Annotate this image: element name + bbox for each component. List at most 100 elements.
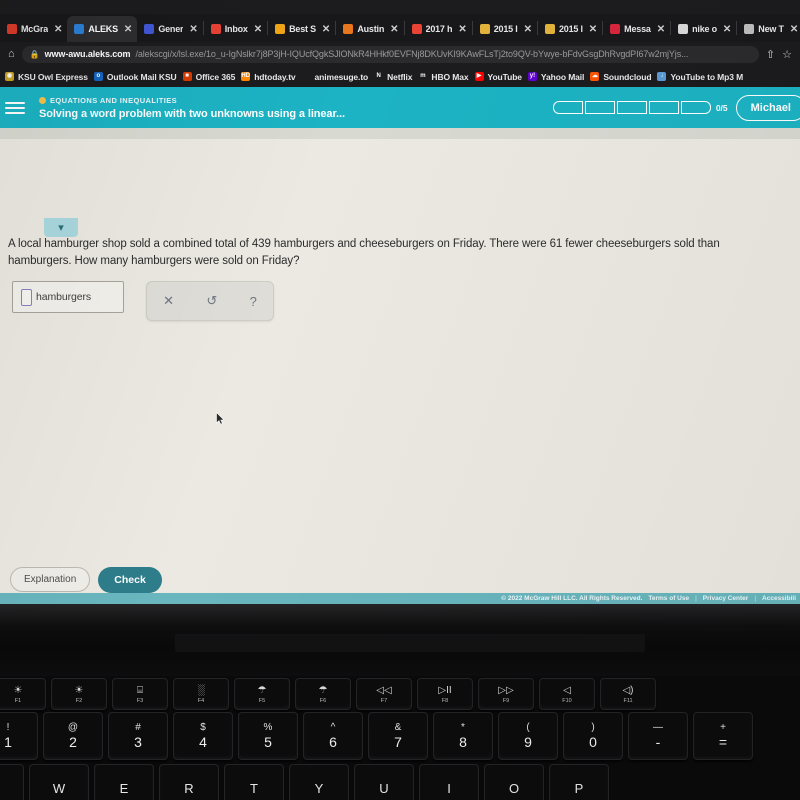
answer-input[interactable]: hamburgers bbox=[12, 281, 124, 313]
clear-button[interactable]: ✕ bbox=[163, 293, 174, 309]
keyboard-key[interactable]: Y bbox=[289, 764, 349, 800]
share-icon[interactable]: ⇧ bbox=[766, 48, 775, 61]
close-icon[interactable]: ✕ bbox=[723, 24, 731, 35]
bookmark-item[interactable]: y! Yahoo Mail bbox=[527, 72, 584, 82]
omnibox[interactable]: 🔒 www-awu.aleks.com /alekscgi/x/lsl.exe/… bbox=[21, 45, 759, 63]
keyboard-key[interactable]: Q bbox=[0, 764, 24, 800]
browser-tab[interactable]: nike o ✕ bbox=[671, 16, 736, 42]
copyright-text: © 2022 McGraw Hill LLC. All Rights Reser… bbox=[501, 595, 643, 602]
bookmark-item[interactable]: ■ Office 365 bbox=[182, 72, 235, 82]
keyboard-key[interactable]: P bbox=[549, 764, 609, 800]
key-label: 8 bbox=[459, 734, 467, 750]
answer-slot-icon[interactable] bbox=[21, 288, 32, 306]
keyboard-key[interactable]: ) 0 bbox=[563, 712, 623, 760]
key-label: F8 bbox=[441, 697, 449, 704]
bookmark-item[interactable]: ▶ YouTube bbox=[474, 72, 522, 82]
footer-link[interactable]: Privacy Center bbox=[703, 595, 749, 602]
keyboard-key[interactable]: E bbox=[94, 764, 154, 800]
keyboard-key[interactable]: (9 bbox=[498, 712, 558, 760]
keyboard-key[interactable]: ☀ F1 bbox=[0, 678, 46, 710]
keyboard-key[interactable]: I bbox=[419, 764, 479, 800]
keyboard-key[interactable]: ◁) F11 bbox=[600, 678, 656, 710]
browser-tab[interactable]: 2015 l ✕ bbox=[538, 16, 602, 42]
keyboard-key[interactable]: ☂ F5 bbox=[234, 678, 290, 710]
close-icon[interactable]: ✕ bbox=[524, 24, 532, 35]
bookmark-item[interactable]: ↓ YouTube to Mp3 M bbox=[657, 72, 743, 82]
key-label: F3 bbox=[136, 697, 144, 704]
keyboard-key[interactable]: ░ F4 bbox=[173, 678, 229, 710]
key-label: O bbox=[508, 780, 520, 796]
home-icon[interactable]: ⌂ bbox=[8, 48, 15, 60]
bookmark-item[interactable]: m HBO Max bbox=[418, 72, 468, 82]
browser-tab[interactable]: Austin ✕ bbox=[336, 16, 403, 42]
keyboard-key[interactable]: #3 bbox=[108, 712, 168, 760]
close-icon[interactable]: ✕ bbox=[589, 24, 597, 35]
keyboard-key[interactable]: ⌸ F3 bbox=[112, 678, 168, 710]
keyboard-key[interactable]: @2 bbox=[43, 712, 103, 760]
close-icon[interactable]: ✕ bbox=[254, 24, 262, 35]
star-icon[interactable]: ☆ bbox=[782, 48, 792, 61]
keyboard-key[interactable]: R bbox=[159, 764, 219, 800]
keyboard-key[interactable]: ☂ F6 bbox=[295, 678, 351, 710]
keyboard-key[interactable]: W bbox=[29, 764, 89, 800]
keyboard-key[interactable]: % 5 bbox=[238, 712, 298, 760]
undo-button[interactable]: ↺ bbox=[206, 293, 217, 309]
bookmark-item[interactable]: ◉ KSU Owl Express bbox=[5, 72, 88, 82]
keyboard-key[interactable]: ◁◁ F7 bbox=[356, 678, 412, 710]
close-icon[interactable]: ✕ bbox=[189, 24, 197, 35]
tab-label: ALEKS bbox=[88, 24, 118, 34]
footer-link[interactable]: Terms of Use bbox=[648, 595, 689, 602]
tab-label: Inbox bbox=[224, 24, 248, 34]
progress-segment bbox=[680, 101, 711, 114]
bookmark-item[interactable]: HD hdtoday.tv bbox=[241, 72, 296, 82]
help-button[interactable]: ? bbox=[250, 294, 257, 309]
keyboard-key[interactable]: * 8 bbox=[433, 712, 493, 760]
keyboard-key[interactable]: ▷▷ F9 bbox=[478, 678, 534, 710]
bookmark-item[interactable]: ☁ Soundcloud bbox=[590, 72, 652, 82]
tab-label: McGra bbox=[21, 24, 49, 34]
collapse-panel-button[interactable]: ▾ bbox=[44, 218, 78, 237]
browser-tab[interactable]: New T ✕ bbox=[737, 16, 800, 42]
bookmark-label: HBO Max bbox=[431, 71, 469, 82]
keyboard-key[interactable]: U bbox=[354, 764, 414, 800]
browser-tab[interactable]: 2015 l ✕ bbox=[473, 16, 537, 42]
progress-segment bbox=[616, 101, 647, 114]
close-icon[interactable]: ✕ bbox=[790, 24, 798, 35]
browser-tab[interactable]: McGra ✕ bbox=[0, 16, 67, 42]
browser-tab[interactable]: Best S ✕ bbox=[268, 16, 335, 42]
keyboard-key[interactable]: ▷II F8 bbox=[417, 678, 473, 710]
keyboard-key[interactable]: ^ 6 bbox=[303, 712, 363, 760]
browser-tab[interactable]: ALEKS ✕ bbox=[67, 16, 138, 42]
bookmarks-bar: ◉ KSU Owl Express o Outlook Mail KSU ■ Office… bbox=[0, 66, 800, 87]
key-glyph-icon: ☂ bbox=[257, 684, 267, 696]
explanation-button[interactable]: Explanation bbox=[10, 567, 91, 592]
keyboard-key[interactable]: — - bbox=[628, 712, 688, 760]
hamburger-menu-icon[interactable] bbox=[5, 101, 25, 114]
browser-tab[interactable]: Inbox ✕ bbox=[204, 16, 267, 42]
keyboard-key[interactable]: ! 1 bbox=[0, 712, 38, 760]
close-icon[interactable]: ✕ bbox=[54, 24, 62, 35]
close-icon[interactable]: ✕ bbox=[322, 24, 330, 35]
close-icon[interactable]: ✕ bbox=[124, 24, 132, 35]
check-button[interactable]: Check bbox=[98, 566, 162, 593]
keyboard-key[interactable]: ◁ F10 bbox=[539, 678, 595, 710]
keyboard-key[interactable]: & 7 bbox=[368, 712, 428, 760]
bookmark-item[interactable]: N Netflix bbox=[374, 72, 412, 82]
footer-link[interactable]: Accessibili bbox=[762, 595, 796, 602]
browser-tab[interactable]: Messa ✕ bbox=[603, 16, 670, 42]
keyboard-key[interactable]: O bbox=[484, 764, 544, 800]
keyboard-key[interactable]: T bbox=[224, 764, 284, 800]
user-menu-button[interactable]: Michael bbox=[735, 94, 800, 121]
key-label: F11 bbox=[623, 697, 633, 704]
bookmark-item[interactable]: o Outlook Mail KSU bbox=[93, 72, 177, 82]
close-icon[interactable]: ✕ bbox=[390, 24, 398, 35]
browser-tab[interactable]: 2017 h ✕ bbox=[405, 16, 472, 42]
bookmark-item[interactable]: animesuge.to bbox=[302, 72, 369, 82]
lock-icon: 🔒 bbox=[29, 49, 40, 59]
close-icon[interactable]: ✕ bbox=[458, 24, 466, 35]
browser-tab[interactable]: Gener ✕ bbox=[137, 16, 202, 42]
keyboard-key[interactable]: ☀ F2 bbox=[51, 678, 107, 710]
keyboard-key[interactable]: + = bbox=[693, 712, 753, 760]
close-icon[interactable]: ✕ bbox=[657, 24, 665, 35]
keyboard-key[interactable]: $4 bbox=[173, 712, 233, 760]
